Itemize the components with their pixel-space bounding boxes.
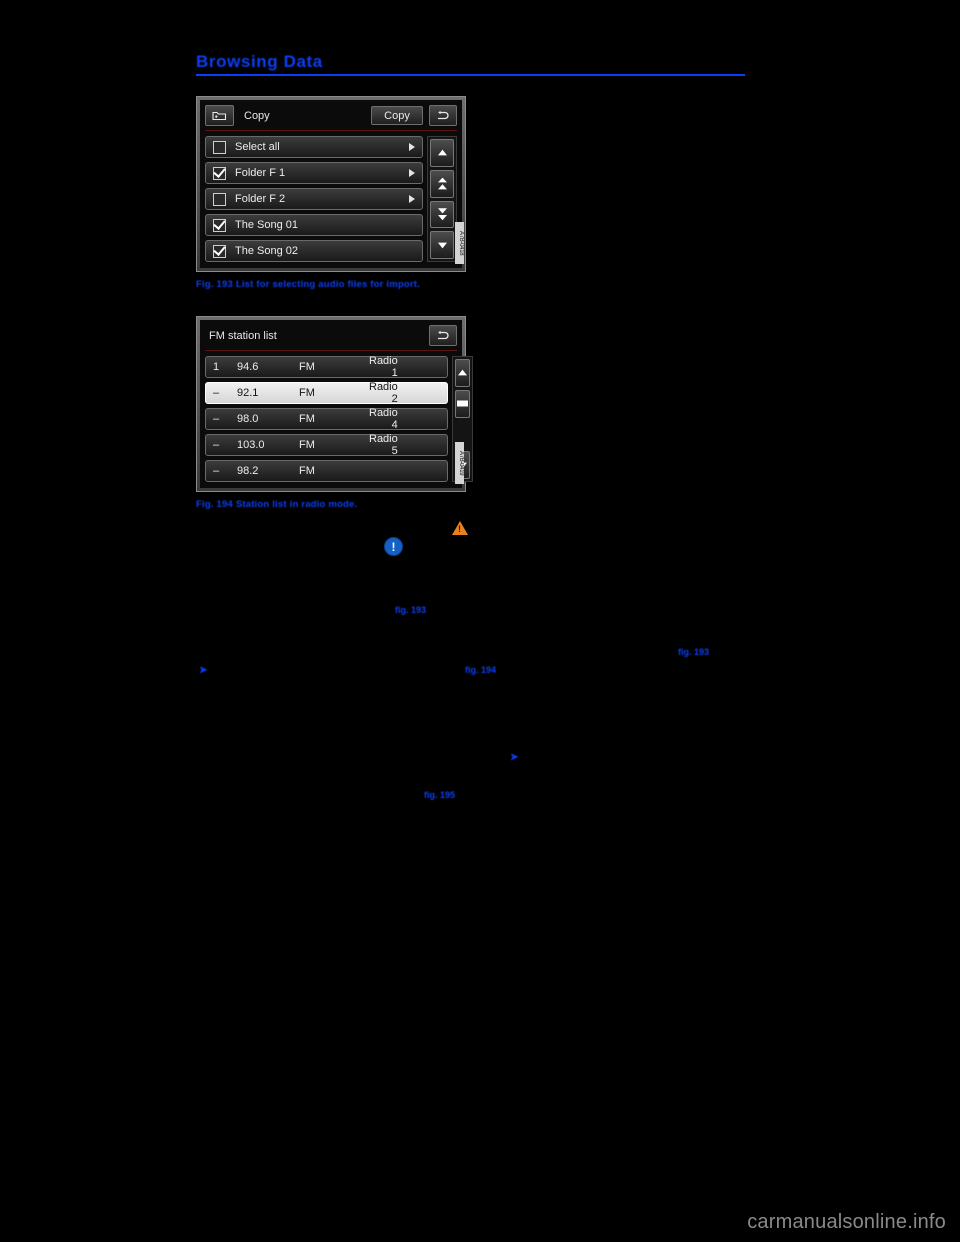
copy-panel-body: Select all Folder F 1 Folder F 2 The Son… bbox=[205, 136, 457, 262]
back-arrow-icon[interactable] bbox=[429, 105, 457, 126]
checkbox-checked-icon[interactable] bbox=[213, 218, 226, 232]
copy-screen-panel: Copy Copy Select all Folder F 1 Folder F… bbox=[196, 96, 466, 272]
station-frequency: 94.6 bbox=[237, 361, 259, 373]
station-frequency: 98.2 bbox=[237, 465, 259, 477]
station-frequency: 98.0 bbox=[237, 413, 259, 425]
station-band: FM bbox=[299, 439, 315, 451]
scroll-up-button[interactable] bbox=[430, 139, 454, 167]
station-name: Radio 1 bbox=[369, 355, 398, 379]
page-title: Browsing Data bbox=[196, 52, 323, 71]
checkbox-unchecked-icon[interactable] bbox=[213, 192, 226, 206]
table-row[interactable]: – 103.0 FM Radio 5 bbox=[205, 433, 448, 457]
copy-screen-inner: Copy Copy Select all Folder F 1 Folder F… bbox=[200, 100, 464, 268]
chevron-right-icon[interactable] bbox=[409, 169, 415, 177]
copy-button[interactable]: Copy bbox=[371, 106, 423, 125]
table-row[interactable]: – 98.0 FM Radio 4 bbox=[205, 407, 448, 431]
list-item-label: The Song 01 bbox=[235, 219, 298, 231]
figure-code-strip: A7B-0419 bbox=[455, 442, 464, 484]
list-item-label: Folder F 1 bbox=[235, 167, 286, 179]
list-bullet-marker: ➤ bbox=[510, 752, 519, 763]
list-item-label: The Song 02 bbox=[235, 245, 298, 257]
figure-code-strip: A7B-0418 bbox=[455, 222, 464, 264]
station-preset-number: 1 bbox=[213, 361, 220, 373]
station-band: FM bbox=[299, 465, 315, 477]
checkbox-checked-icon[interactable] bbox=[213, 244, 226, 258]
list-item-label: Select all bbox=[235, 141, 280, 153]
table-row[interactable]: – 92.1 FM Radio 2 bbox=[205, 381, 448, 405]
checkbox-unchecked-icon[interactable] bbox=[213, 140, 226, 154]
station-name: Radio 2 bbox=[369, 381, 398, 405]
checkbox-checked-icon[interactable] bbox=[213, 166, 226, 180]
folder-up-icon[interactable] bbox=[205, 105, 234, 126]
station-name: Radio 4 bbox=[369, 407, 398, 431]
heading-divider bbox=[196, 74, 745, 76]
fm-station-list-inner: FM station list 1 94.6 FM Radio 1 – 92.1… bbox=[200, 320, 473, 488]
list-item[interactable]: Folder F 2 bbox=[205, 188, 423, 210]
figure-reference-link[interactable]: fig. 193 bbox=[395, 605, 426, 615]
warning-triangle-icon bbox=[452, 521, 468, 535]
fm-station-list: 1 94.6 FM Radio 1 – 92.1 FM Radio 2 – 98… bbox=[205, 355, 448, 482]
fm-screen-title: FM station list bbox=[209, 329, 277, 342]
figure-reference-link[interactable]: fig. 194 bbox=[465, 665, 496, 675]
station-preset-number: – bbox=[213, 387, 220, 399]
copy-screen-title: Copy bbox=[244, 109, 270, 122]
list-item-label: Folder F 2 bbox=[235, 193, 286, 205]
station-band: FM bbox=[299, 361, 315, 373]
scroll-up-button[interactable] bbox=[454, 359, 470, 387]
copy-titlebar: Copy Copy bbox=[205, 104, 457, 131]
station-preset-number: – bbox=[213, 413, 220, 425]
scroll-page-down-button[interactable] bbox=[430, 200, 454, 229]
chevron-right-icon[interactable] bbox=[409, 195, 415, 203]
scroll-page-up-button[interactable] bbox=[430, 169, 454, 198]
chevron-right-icon[interactable] bbox=[409, 143, 415, 151]
fm-titlebar: FM station list bbox=[205, 324, 457, 351]
note-info-icon: ! bbox=[384, 537, 403, 556]
copy-list-scrollbar[interactable] bbox=[427, 136, 457, 262]
station-name: Radio 5 bbox=[369, 433, 398, 457]
list-bullet-marker: ➤ bbox=[199, 665, 208, 676]
station-frequency: 103.0 bbox=[237, 439, 265, 451]
scroll-down-button[interactable] bbox=[430, 231, 454, 259]
list-item[interactable]: The Song 01 bbox=[205, 214, 423, 236]
station-frequency: 92.1 bbox=[237, 387, 259, 399]
station-preset-number: – bbox=[213, 465, 220, 477]
figure-caption-194: Fig. 194 Station list in radio mode. bbox=[196, 499, 358, 510]
fm-station-list-panel: FM station list 1 94.6 FM Radio 1 – 92.1… bbox=[196, 316, 473, 492]
station-preset-number: – bbox=[213, 439, 220, 451]
table-row[interactable]: – 98.2 FM bbox=[205, 460, 448, 482]
figure-reference-link[interactable]: fig. 193 bbox=[678, 647, 709, 657]
scroll-thumb-handle[interactable] bbox=[454, 389, 470, 418]
station-band: FM bbox=[299, 387, 315, 399]
list-item[interactable]: The Song 02 bbox=[205, 240, 423, 262]
list-item[interactable]: Folder F 1 bbox=[205, 162, 423, 184]
table-row[interactable]: 1 94.6 FM Radio 1 bbox=[205, 355, 448, 379]
site-watermark: carmanualsonline.info bbox=[747, 1211, 946, 1233]
figure-caption-193: Fig. 193 List for selecting audio files … bbox=[196, 279, 420, 290]
list-item[interactable]: Select all bbox=[205, 136, 423, 158]
back-arrow-icon[interactable] bbox=[429, 325, 457, 346]
station-band: FM bbox=[299, 413, 315, 425]
figure-reference-link[interactable]: fig. 195 bbox=[424, 790, 455, 800]
copy-file-list: Select all Folder F 1 Folder F 2 The Son… bbox=[205, 136, 423, 262]
fm-panel-body: 1 94.6 FM Radio 1 – 92.1 FM Radio 2 – 98… bbox=[205, 355, 473, 482]
